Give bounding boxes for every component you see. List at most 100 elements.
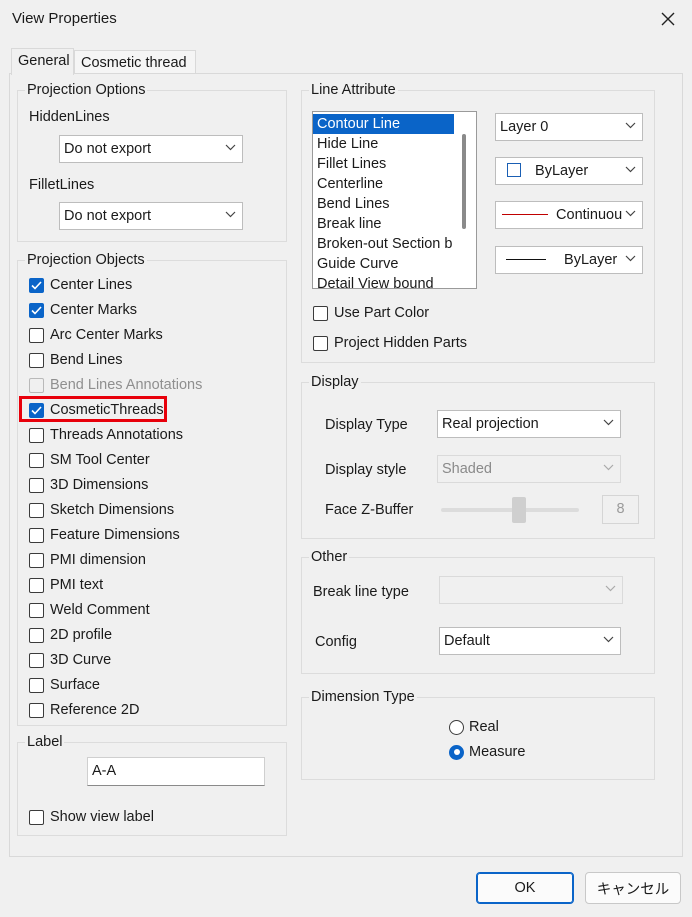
projection-object-checkbox[interactable]: Sketch Dimensions bbox=[29, 500, 174, 520]
projection-object-checkbox[interactable]: Center Marks bbox=[29, 300, 137, 320]
projection-object-label: Threads Annotations bbox=[50, 427, 184, 443]
hidden-lines-select[interactable]: Do not export bbox=[59, 135, 243, 163]
line-type-list-item[interactable]: Detail View bound bbox=[313, 274, 476, 288]
projection-object-label: Sketch Dimensions bbox=[50, 502, 175, 518]
projection-object-checkbox[interactable]: Surface bbox=[29, 675, 100, 695]
line-type-list-item[interactable]: Broken-out Section b bbox=[313, 234, 476, 254]
projection-object-checkbox[interactable]: Bend Lines bbox=[29, 350, 123, 370]
checkmark-icon bbox=[29, 277, 44, 293]
projection-object-checkbox[interactable]: Center Lines bbox=[29, 275, 132, 295]
chevron-down-icon bbox=[625, 166, 636, 173]
cancel-button[interactable]: キャンセル bbox=[585, 872, 681, 904]
projection-object-checkbox[interactable]: Threads Annotations bbox=[29, 425, 183, 445]
display-style-value: Shaded bbox=[442, 461, 492, 477]
projection-object-checkbox[interactable]: 3D Curve bbox=[29, 650, 111, 670]
projection-object-label: Feature Dimensions bbox=[50, 527, 180, 543]
projection-object-label: Arc Center Marks bbox=[50, 327, 163, 343]
line-type-list-item[interactable]: Centerline bbox=[313, 174, 476, 194]
projection-object-label: 3D Curve bbox=[50, 652, 112, 668]
line-type-list-item[interactable]: Guide Curve bbox=[313, 254, 476, 274]
projection-object-label: Bend Lines bbox=[50, 352, 123, 368]
checkmark-icon bbox=[29, 302, 44, 318]
chevron-down-icon bbox=[603, 636, 614, 643]
title-bar: View Properties bbox=[0, 0, 692, 38]
projection-object-label: Center Marks bbox=[50, 302, 138, 318]
line-type-list-item[interactable]: Hide Line bbox=[313, 134, 476, 154]
checkbox-box bbox=[29, 452, 44, 468]
projection-object-checkbox[interactable]: Weld Comment bbox=[29, 600, 150, 620]
annotation-highlight-box bbox=[19, 396, 167, 422]
projection-object-checkbox[interactable]: SM Tool Center bbox=[29, 450, 150, 470]
projection-object-label: Bend Lines Annotations bbox=[50, 377, 203, 393]
checkbox-box bbox=[29, 677, 44, 693]
face-zbuffer-label: Face Z-Buffer bbox=[325, 502, 414, 518]
project-hidden-parts-checkbox[interactable]: Project Hidden Parts bbox=[313, 333, 467, 353]
line-type-listbox[interactable]: Contour Line Hide Line Fillet Lines Centerl… bbox=[312, 111, 477, 289]
projection-object-checkbox[interactable]: PMI text bbox=[29, 575, 103, 595]
checkbox-box bbox=[29, 702, 44, 718]
display-type-label: Display Type bbox=[325, 417, 408, 433]
projection-object-label: PMI text bbox=[50, 577, 104, 593]
projection-object-label: Weld Comment bbox=[50, 602, 150, 618]
config-label: Config bbox=[315, 634, 357, 650]
other-group: Other bbox=[301, 548, 655, 674]
checkbox-box bbox=[29, 352, 44, 368]
checkbox-box bbox=[29, 652, 44, 668]
projection-object-checkbox[interactable]: 2D profile bbox=[29, 625, 112, 645]
linetype-select[interactable]: Continuou bbox=[495, 201, 643, 229]
checkbox-box bbox=[313, 305, 328, 321]
projection-object-checkbox[interactable]: PMI dimension bbox=[29, 550, 146, 570]
projection-object-checkbox[interactable]: 3D Dimensions bbox=[29, 475, 148, 495]
show-view-label-checkbox[interactable]: Show view label bbox=[29, 807, 154, 827]
close-button[interactable] bbox=[650, 2, 686, 36]
use-part-color-text: Use Part Color bbox=[334, 305, 430, 321]
display-type-select[interactable]: Real projection bbox=[437, 410, 621, 438]
radio-dot bbox=[449, 744, 464, 760]
label-input[interactable]: A-A bbox=[87, 757, 265, 786]
projection-options-title: Projection Options bbox=[25, 81, 148, 99]
line-type-list-item[interactable]: Fillet Lines bbox=[313, 154, 476, 174]
color-select[interactable]: ByLayer bbox=[495, 157, 643, 185]
listbox-scrollbar-thumb[interactable] bbox=[462, 134, 466, 229]
projection-object-checkbox[interactable]: Feature Dimensions bbox=[29, 525, 180, 545]
face-zbuffer-value: 8 bbox=[616, 501, 625, 517]
projection-object-checkbox[interactable]: Arc Center Marks bbox=[29, 325, 163, 345]
fillet-lines-select[interactable]: Do not export bbox=[59, 202, 243, 230]
fillet-lines-value: Do not export bbox=[64, 208, 152, 224]
projection-object-label: Reference 2D bbox=[50, 702, 140, 718]
lineweight-swatch-icon bbox=[506, 259, 546, 260]
dimension-type-title: Dimension Type bbox=[309, 688, 417, 706]
layer-select[interactable]: Layer 0 bbox=[495, 113, 643, 141]
window-title: View Properties bbox=[12, 10, 117, 27]
chevron-down-icon bbox=[625, 210, 636, 217]
color-swatch-icon bbox=[507, 163, 521, 177]
chevron-down-icon bbox=[603, 419, 614, 426]
projection-object-checkbox: Bend Lines Annotations bbox=[29, 375, 202, 395]
ok-button-label: OK bbox=[514, 880, 536, 896]
display-type-value: Real projection bbox=[442, 416, 539, 432]
line-type-list-item[interactable]: Break line bbox=[313, 214, 476, 234]
projection-object-checkbox[interactable]: Reference 2D bbox=[29, 700, 139, 720]
display-style-label: Display style bbox=[325, 462, 407, 478]
face-zbuffer-value-box: 8 bbox=[602, 495, 639, 524]
checkbox-box bbox=[29, 377, 44, 393]
chevron-down-icon bbox=[625, 122, 636, 129]
radio-measure[interactable]: Measure bbox=[449, 744, 525, 760]
ok-button[interactable]: OK bbox=[476, 872, 574, 904]
tab-cosmetic-thread[interactable]: Cosmetic thread bbox=[74, 50, 196, 74]
checkbox-box bbox=[313, 335, 328, 351]
face-zbuffer-slider-track bbox=[441, 508, 579, 512]
line-type-list-item[interactable]: Bend Lines bbox=[313, 194, 476, 214]
projection-objects-title: Projection Objects bbox=[25, 251, 147, 269]
projection-object-label: SM Tool Center bbox=[50, 452, 150, 468]
tab-general[interactable]: General bbox=[11, 48, 74, 75]
line-type-list-item[interactable]: Contour Line bbox=[313, 114, 454, 134]
checkbox-box bbox=[29, 627, 44, 643]
config-select[interactable]: Default bbox=[439, 627, 621, 655]
radio-real-label: Real bbox=[469, 719, 499, 735]
lineweight-value: ByLayer bbox=[564, 252, 618, 268]
lineweight-select[interactable]: ByLayer bbox=[495, 246, 643, 274]
radio-real[interactable]: Real bbox=[449, 719, 499, 735]
radio-measure-label: Measure bbox=[469, 744, 526, 760]
use-part-color-checkbox[interactable]: Use Part Color bbox=[313, 303, 429, 323]
